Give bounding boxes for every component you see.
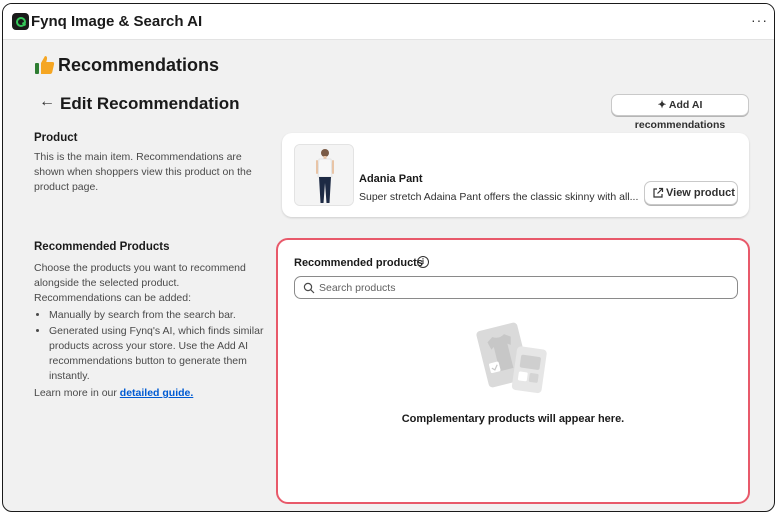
title-bar: Fynq Image & Search AI ··· bbox=[3, 4, 774, 40]
recommended-section-description: Choose the products you want to recommen… bbox=[34, 261, 266, 401]
bullet-item: Manually by search from the search bar. bbox=[49, 308, 266, 323]
search-box[interactable] bbox=[294, 276, 738, 299]
recommended-section-title: Recommended Products bbox=[34, 241, 170, 253]
page-heading-text: Recommendations bbox=[58, 55, 220, 75]
learn-more-prefix: Learn more in our bbox=[34, 387, 120, 399]
learn-more-text: Learn more in our detailed guide. bbox=[34, 386, 266, 401]
detailed-guide-link[interactable]: detailed guide. bbox=[120, 387, 194, 399]
recommended-bullets: Manually by search from the search bar. … bbox=[34, 308, 266, 384]
view-product-button[interactable]: View product bbox=[644, 181, 738, 205]
info-icon[interactable]: i bbox=[417, 256, 429, 268]
product-section-description: This is the main item. Recommendations a… bbox=[34, 151, 252, 193]
recommended-products-title: Recommended products bbox=[294, 257, 423, 269]
bullet-item: Generated using Fynq's AI, which finds s… bbox=[49, 324, 266, 384]
app-window: Fynq Image & Search AI ··· Recommendatio… bbox=[2, 3, 775, 512]
fynq-logo-icon bbox=[12, 13, 29, 30]
page-title: Edit Recommendation bbox=[60, 94, 240, 113]
app-title: Fynq Image & Search AI bbox=[31, 13, 203, 30]
product-name: Adania Pant bbox=[359, 173, 423, 185]
search-icon bbox=[303, 282, 315, 294]
thumbs-up-icon bbox=[35, 56, 55, 74]
more-options-icon[interactable]: ··· bbox=[751, 12, 768, 28]
product-description: Super stretch Adaina Pant offers the cla… bbox=[359, 191, 639, 203]
recommended-products-card: Recommended products i Complement bbox=[276, 238, 750, 504]
add-ai-recommendations-button[interactable]: ✦ Add AI recommendations bbox=[611, 94, 749, 131]
recommended-intro: Choose the products you want to recommen… bbox=[34, 262, 246, 304]
back-button[interactable]: ← bbox=[39, 93, 55, 111]
empty-products-illustration bbox=[476, 322, 547, 394]
product-section-title: Product bbox=[34, 132, 78, 144]
empty-state-text: Complementary products will appear here. bbox=[401, 413, 625, 425]
product-image[interactable] bbox=[294, 144, 354, 206]
external-link-icon bbox=[653, 187, 664, 198]
view-product-label: View product bbox=[666, 187, 735, 199]
product-card: Adania Pant Super stretch Adaina Pant of… bbox=[282, 133, 749, 217]
search-input[interactable] bbox=[319, 279, 729, 296]
